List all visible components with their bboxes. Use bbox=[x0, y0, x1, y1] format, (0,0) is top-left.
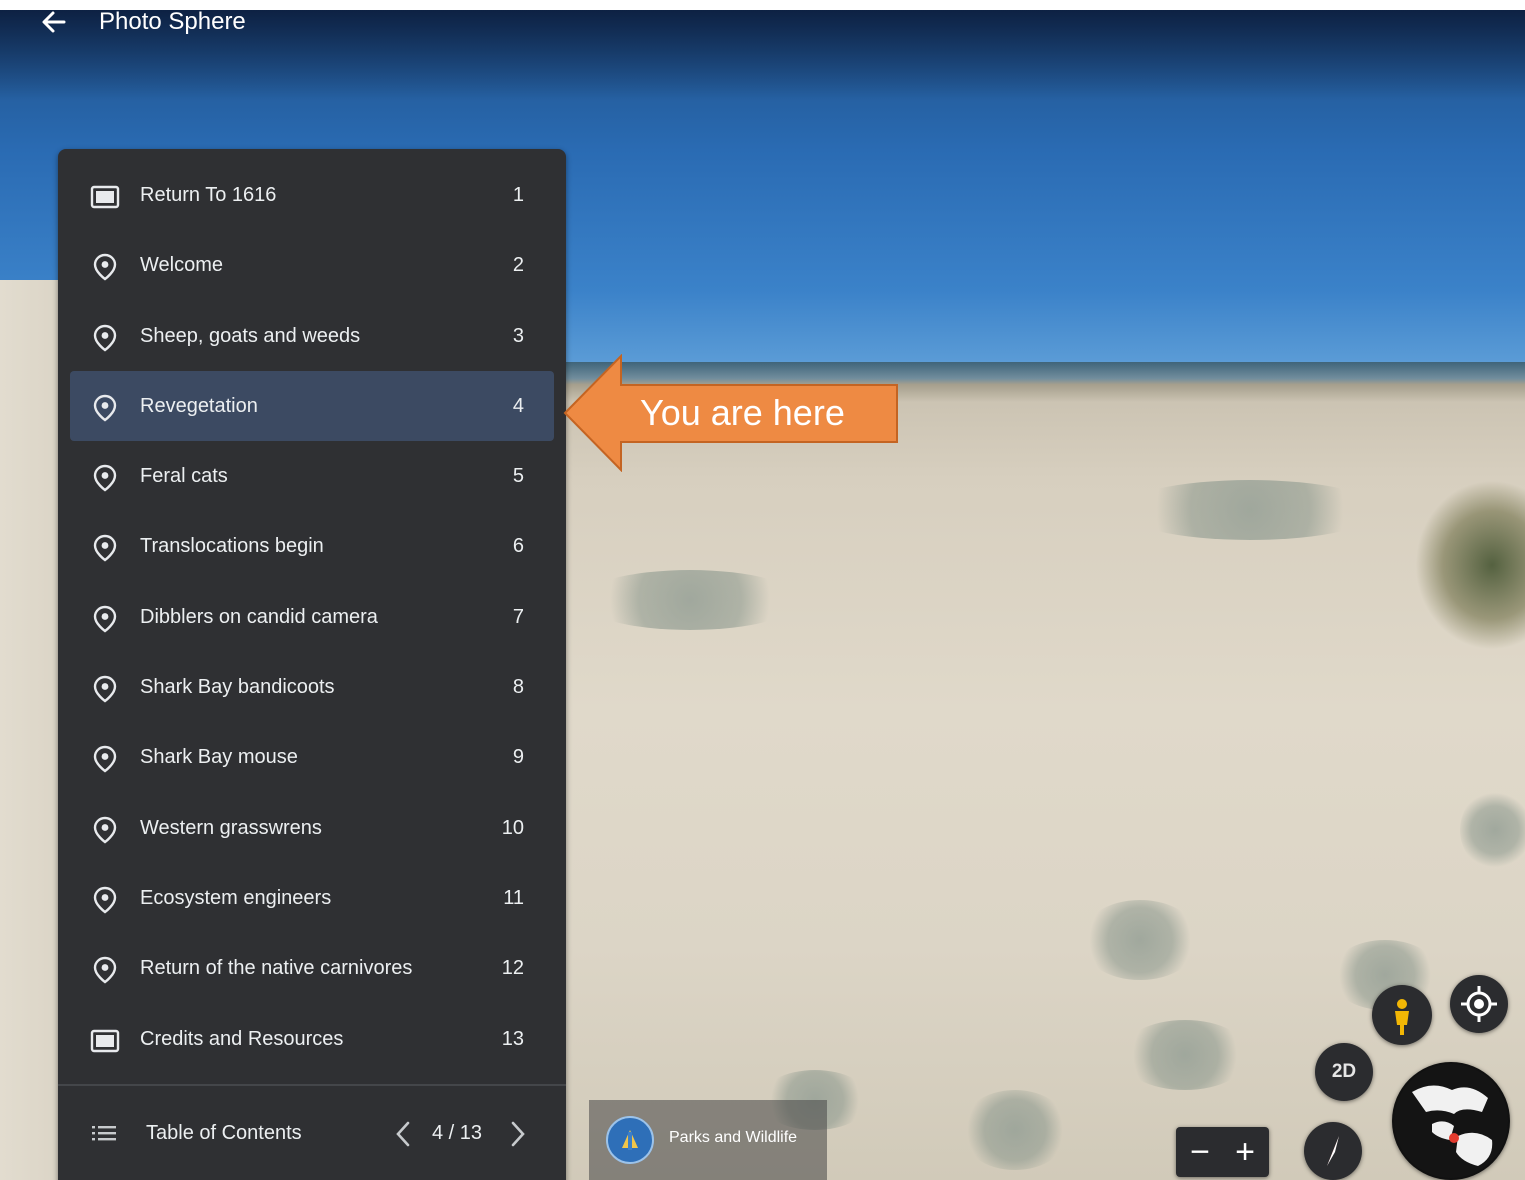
toc-item-number: 13 bbox=[501, 1027, 524, 1050]
callout-text: You are here bbox=[640, 392, 845, 433]
toc-item-label: Revegetation bbox=[140, 394, 258, 417]
toc-item[interactable]: Translocations begin 6 bbox=[58, 511, 566, 581]
toc-item[interactable]: Dibblers on candid camera 7 bbox=[58, 582, 566, 652]
toc-item-number: 4 bbox=[512, 394, 524, 417]
toc-item[interactable]: Revegetation 4 bbox=[58, 370, 566, 441]
toc-item[interactable]: Feral cats 5 bbox=[58, 441, 566, 511]
scrub-patch bbox=[1120, 1020, 1250, 1090]
zoom-out-button[interactable]: − bbox=[1180, 1131, 1220, 1173]
scrub-patch bbox=[1460, 790, 1525, 870]
toc-footer: Table of Contents 4 / 13 bbox=[58, 1086, 566, 1180]
globe-icon bbox=[1394, 1064, 1508, 1178]
chevron-left-icon[interactable] bbox=[391, 1114, 417, 1154]
toc-item[interactable]: Return To 1616 1 bbox=[58, 160, 566, 230]
toc-item-number: 12 bbox=[501, 957, 524, 980]
toc-item-label: Welcome bbox=[140, 254, 223, 277]
location-pin-icon bbox=[89, 532, 121, 564]
pegman-button[interactable] bbox=[1372, 985, 1432, 1045]
compass-button[interactable] bbox=[1304, 1122, 1362, 1180]
toc-item-label: Return To 1616 bbox=[140, 184, 277, 206]
toc-item-label: Sheep, goats and weeds bbox=[140, 324, 361, 347]
scrub-patch bbox=[960, 1090, 1070, 1170]
my-location-button[interactable] bbox=[1450, 975, 1508, 1033]
toc-item-label: Return of the native carnivores bbox=[140, 957, 413, 980]
toc-item[interactable]: Sheep, goats and weeds 3 bbox=[58, 301, 566, 371]
zoom-control: − + bbox=[1176, 1127, 1269, 1177]
zoom-in-button[interactable]: + bbox=[1225, 1131, 1265, 1173]
location-pin-icon bbox=[89, 462, 121, 494]
page-counter: 4 / 13 bbox=[432, 1122, 483, 1144]
location-pin-icon bbox=[89, 603, 121, 635]
parks-logo-icon bbox=[606, 1116, 654, 1164]
compass-icon bbox=[1327, 1136, 1339, 1166]
toc-item-number: 10 bbox=[501, 816, 524, 839]
location-pin-icon bbox=[89, 954, 121, 986]
target-icon bbox=[1461, 986, 1497, 1022]
chevron-right-icon[interactable] bbox=[504, 1114, 530, 1154]
toc-item-number: 11 bbox=[503, 886, 524, 909]
top-bar: Photo Sphere bbox=[0, 0, 1525, 46]
page-title: Photo Sphere bbox=[99, 8, 246, 35]
slide-icon bbox=[89, 1025, 121, 1057]
toc-item-label: Feral cats bbox=[140, 465, 228, 488]
attribution-label: Parks and Wildlife bbox=[669, 1129, 798, 1146]
toc-item-number: 6 bbox=[512, 535, 524, 558]
scrub-patch bbox=[1120, 480, 1380, 540]
globe-minimap[interactable] bbox=[1392, 1062, 1510, 1180]
attribution-chip[interactable]: Parks and Wildlife bbox=[589, 1100, 827, 1180]
location-pin-icon bbox=[89, 884, 121, 916]
toc-item-number: 7 bbox=[512, 605, 524, 628]
toc-item[interactable]: Welcome 2 bbox=[58, 230, 566, 300]
toc-item-number: 9 bbox=[512, 746, 524, 769]
toc-item[interactable]: Western grasswrens 10 bbox=[58, 793, 566, 863]
toc-list: Return To 1616 1 Welcome 2 Sheep, goats and … bbox=[58, 160, 566, 1074]
toc-label[interactable]: Table of Contents bbox=[146, 1122, 302, 1145]
table-of-contents-panel: Return To 1616 1 Welcome 2 Sheep, goats and … bbox=[58, 149, 566, 1180]
slide-icon bbox=[89, 181, 121, 213]
location-pin-icon bbox=[89, 322, 121, 354]
toc-item[interactable]: Shark Bay bandicoots 8 bbox=[58, 652, 566, 722]
toc-item[interactable]: Credits and Resources 13 bbox=[58, 1004, 566, 1074]
toc-item-label: Shark Bay mouse bbox=[140, 746, 298, 769]
toc-item-number: 5 bbox=[512, 465, 524, 488]
toc-item-label: Credits and Resources bbox=[140, 1027, 344, 1050]
scrub-patch bbox=[580, 570, 800, 630]
location-pin-icon bbox=[89, 743, 121, 775]
toc-item-number: 2 bbox=[512, 254, 524, 277]
toc-item-label: Ecosystem engineers bbox=[140, 886, 332, 909]
pegman-icon bbox=[1395, 999, 1409, 1035]
toc-item-label: Western grasswrens bbox=[140, 816, 322, 839]
location-pin-icon bbox=[89, 673, 121, 705]
toc-item-label: Translocations begin bbox=[140, 535, 324, 558]
toc-item-number: 8 bbox=[512, 676, 524, 699]
2d-toggle-button[interactable]: 2D bbox=[1315, 1043, 1373, 1101]
arrow-left-icon[interactable] bbox=[36, 4, 72, 40]
scrub-patch bbox=[1080, 900, 1200, 980]
toc-item-label: Shark Bay bandicoots bbox=[140, 676, 335, 699]
toc-item[interactable]: Return of the native carnivores 12 bbox=[58, 933, 566, 1003]
toc-item-number: 3 bbox=[512, 324, 524, 347]
toc-item-number: 1 bbox=[512, 184, 524, 206]
list-icon[interactable] bbox=[90, 1120, 120, 1146]
location-pin-icon bbox=[89, 814, 121, 846]
location-pin-icon bbox=[89, 251, 121, 283]
toc-item-label: Dibblers on candid camera bbox=[140, 605, 378, 628]
toc-item[interactable]: Ecosystem engineers 11 bbox=[58, 863, 566, 933]
shrub bbox=[1415, 480, 1525, 650]
toc-item[interactable]: Shark Bay mouse 9 bbox=[58, 722, 566, 792]
location-pin-icon bbox=[89, 392, 121, 424]
2d-label: 2D bbox=[1331, 1061, 1357, 1082]
